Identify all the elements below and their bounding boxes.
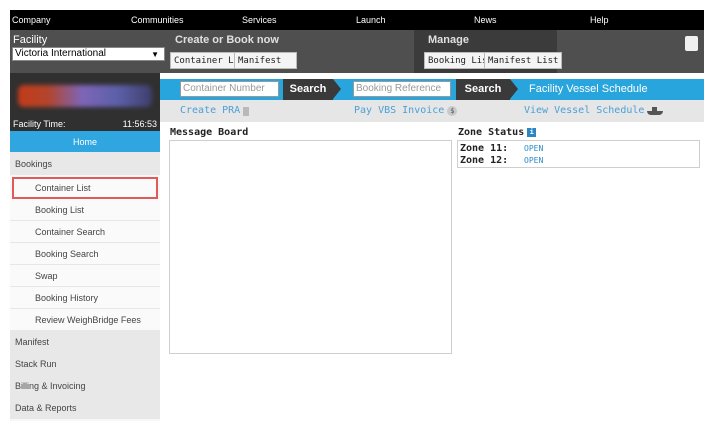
pay-vbs-invoice-link[interactable]: Pay VBS Invoice $ <box>354 100 458 122</box>
user-profile-icon[interactable] <box>685 36 698 51</box>
zone-row: Zone 12: OPEN <box>460 155 543 167</box>
sidebar-item-review-weighbridge-fees[interactable]: Review WeighBridge Fees <box>10 309 160 331</box>
header-band: Facility Victoria International ▼ Create… <box>10 30 704 73</box>
sidebar-item-manifest[interactable]: Manifest <box>10 331 160 353</box>
facility-select[interactable]: Victoria International ▼ <box>12 47 165 61</box>
nav-communities[interactable]: Communities <box>131 10 184 30</box>
message-board-panel <box>169 140 452 354</box>
zone-name: Zone 12: <box>460 155 509 166</box>
view-vessel-schedule-label: View Vessel Schedule <box>524 105 645 116</box>
sidebar-item-stack-run[interactable]: Stack Run <box>10 353 160 375</box>
sidebar-item-billing-invoicing[interactable]: Billing & Invoicing <box>10 375 160 397</box>
sidebar-item-container-search[interactable]: Container Search <box>10 221 160 243</box>
document-icon <box>243 106 250 116</box>
sidebar-item-booking-list[interactable]: Booking List <box>10 199 160 221</box>
zone-status-value: OPEN <box>524 144 544 153</box>
nav-news[interactable]: News <box>474 10 497 30</box>
create-pra-label: Create PRA <box>180 105 241 116</box>
zone-name: Zone 11: <box>460 143 509 154</box>
ship-icon <box>647 107 664 115</box>
booking-reference-input[interactable]: Booking Reference <box>353 81 451 97</box>
sidebar-item-booking-search[interactable]: Booking Search <box>10 243 160 265</box>
facility-time-value: 11:56:53 <box>122 119 157 129</box>
facility-label: Facility <box>13 34 48 46</box>
zone-status-panel: Zone 11: OPEN Zone 12: OPEN <box>457 140 700 168</box>
info-icon[interactable]: i <box>527 128 537 137</box>
zone-status-value: OPEN <box>524 156 544 165</box>
sidebar: Home Bookings Container List Booking Lis… <box>10 131 160 421</box>
pay-vbs-invoice-label: Pay VBS Invoice <box>354 105 445 116</box>
dropdown-arrow-icon: ▼ <box>151 50 159 59</box>
nav-launch[interactable]: Launch <box>356 10 386 30</box>
sidebar-item-bookings[interactable]: Bookings <box>10 153 160 175</box>
nav-company[interactable]: Company <box>12 10 51 30</box>
manage-manifest-list-button[interactable]: Manifest List <box>484 52 563 69</box>
sidebar-item-container-list[interactable]: Container List <box>12 177 158 199</box>
create-manifest-button[interactable]: Manifest <box>234 52 297 69</box>
sidebar-item-swap[interactable]: Swap <box>10 265 160 287</box>
booking-search-button[interactable]: Search <box>456 79 518 100</box>
zone-status-title: Zone Status i <box>458 127 537 138</box>
quick-links-band: Create PRA Pay VBS Invoice $ View Vessel… <box>160 100 704 122</box>
facility-select-value: Victoria International <box>15 48 106 59</box>
logo-image <box>18 85 152 107</box>
nav-help[interactable]: Help <box>590 10 609 30</box>
message-board-title: Message Board <box>170 127 249 138</box>
zone-status-label: Zone Status <box>458 127 525 138</box>
search-band: Container Number Search Booking Referenc… <box>160 79 704 100</box>
dollar-icon: $ <box>447 106 458 116</box>
facility-vessel-schedule-link[interactable]: Facility Vessel Schedule <box>529 79 648 100</box>
sidebar-item-booking-history[interactable]: Booking History <box>10 287 160 309</box>
top-navigation: Company Communities Services Launch News… <box>10 10 704 30</box>
manage-label: Manage <box>428 34 469 46</box>
sidebar-item-home[interactable]: Home <box>10 131 160 153</box>
view-vessel-schedule-link[interactable]: View Vessel Schedule <box>524 100 664 122</box>
create-or-book-label: Create or Book now <box>175 34 279 46</box>
container-search-button[interactable]: Search <box>283 79 341 100</box>
facility-time-label: Facility Time: <box>13 119 66 129</box>
container-number-input[interactable]: Container Number <box>180 81 279 97</box>
zone-row: Zone 11: OPEN <box>460 143 543 155</box>
create-pra-link[interactable]: Create PRA <box>180 100 250 122</box>
nav-services[interactable]: Services <box>242 10 277 30</box>
sidebar-item-data-reports[interactable]: Data & Reports <box>10 397 160 419</box>
logo-area: Facility Time: 11:56:53 <box>10 73 160 131</box>
